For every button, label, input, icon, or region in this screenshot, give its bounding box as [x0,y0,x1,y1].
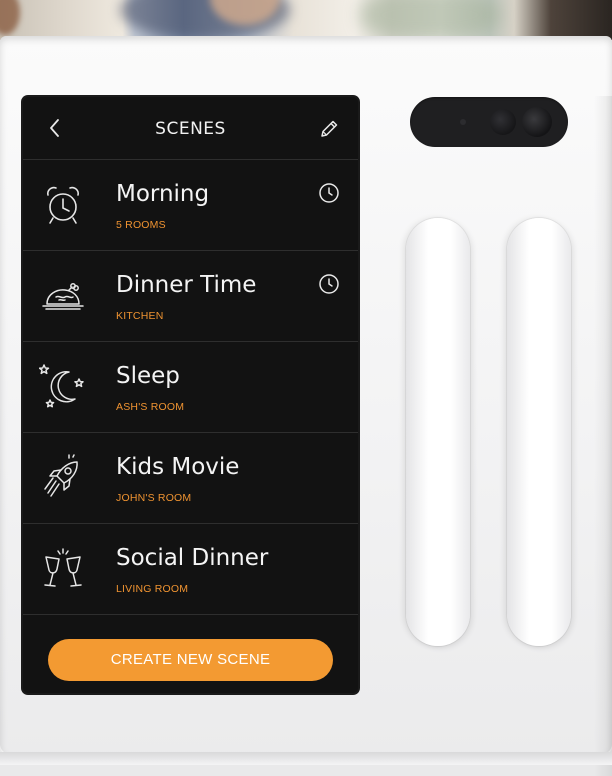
screen-header: SCENES [23,97,358,160]
scene-row-dinner-time[interactable]: Dinner Time KITCHEN [23,250,358,342]
light-slider-left[interactable] [406,218,470,646]
camera-lens-icon [522,107,552,137]
device-bottom-edge [0,752,612,765]
rocket-icon [44,454,78,497]
wine-glasses-icon [44,548,82,587]
scene-row-social-dinner[interactable]: Social Dinner LIVING ROOM [23,523,358,615]
pencil-icon[interactable] [318,118,340,140]
clock-icon[interactable] [318,273,340,295]
roast-dish-icon [42,283,84,310]
page-title: SCENES [155,119,226,139]
scene-room: KITCHEN [116,310,164,322]
camera-module [410,97,568,147]
alarm-clock-icon [47,186,79,224]
scene-name: Morning [116,181,210,207]
scene-room: 5 ROOMS [116,219,166,231]
create-new-scene-button[interactable]: CREATE NEW SCENE [48,639,333,681]
scene-row-morning[interactable]: Morning 5 ROOMS [23,159,358,251]
scene-room: ASH'S ROOM [116,401,185,413]
light-slider-right[interactable] [507,218,571,646]
scene-row-kids-movie[interactable]: Kids Movie JOHN'S ROOM [23,432,358,524]
moon-stars-icon [39,364,84,408]
clock-icon[interactable] [318,182,340,204]
touch-screen: SCENES Morning 5 ROOMS Dinner Time KITCH… [23,97,358,693]
scene-room: LIVING ROOM [116,583,189,595]
scene-row-sleep[interactable]: Sleep ASH'S ROOM [23,341,358,433]
scene-name: Dinner Time [116,272,257,298]
scene-name: Kids Movie [116,454,240,480]
scene-name: Sleep [116,363,180,389]
background-photo [0,0,612,40]
scene-name: Social Dinner [116,545,269,571]
scene-room: JOHN'S ROOM [116,492,192,504]
camera-lens-icon [490,109,516,135]
